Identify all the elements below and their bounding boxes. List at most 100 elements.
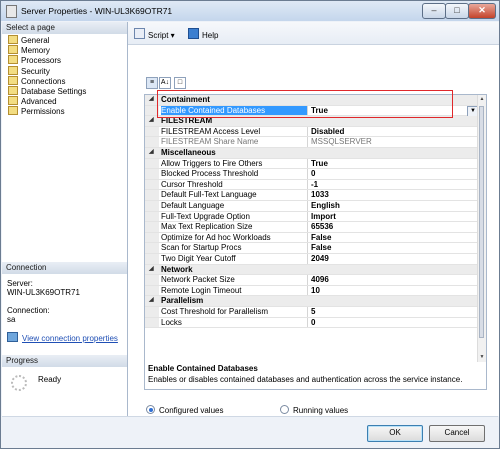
view-connection-properties-label[interactable]: View connection properties [22,334,118,343]
progress-status: Ready [38,375,62,384]
collapse-triangle-icon[interactable]: ◢ [149,296,154,306]
property-row[interactable]: Scan for Startup Procs False [145,243,478,254]
running-values-option[interactable]: Running values [280,405,348,415]
help-label: Help [202,31,219,40]
category-name: Containment [161,95,210,104]
property-row[interactable]: Two Digit Year Cutoff 2049 [145,254,478,265]
property-value[interactable]: 1033 [311,190,329,200]
property-row[interactable]: Enable Contained Databases True ▼ [145,105,479,117]
help-button[interactable]: Help [188,28,218,40]
properties-pane: Script ▾ Help ≡ A↓ □ ◢ Containment Enable … [128,22,499,416]
property-row[interactable]: Max Text Replication Size 65536 [145,222,478,233]
property-row[interactable]: Remote Login Timeout 10 [145,285,478,297]
property-row[interactable]: FILESTREAM Share Name MSSQLSERVER [145,137,478,148]
property-value[interactable]: -1 [311,180,318,190]
column-divider [307,222,308,232]
category-network[interactable]: ◢ Network [145,264,478,276]
collapse-triangle-icon[interactable]: ◢ [149,95,154,105]
property-name: Remote Login Timeout [161,285,242,295]
property-row[interactable]: Allow Triggers to Fire Others True [145,158,478,170]
configured-values-label: Configured values [159,406,224,415]
row-gutter [145,317,159,328]
property-row[interactable]: FILESTREAM Access Level Disabled [145,126,478,138]
categorized-view-icon[interactable]: ≡ [146,77,158,89]
help-icon [188,28,199,39]
property-value[interactable]: 5 [311,307,315,317]
property-grid[interactable]: ◢ Containment Enable Contained Databases Tr… [144,94,487,363]
category-miscellaneous[interactable]: ◢ Miscellaneous [145,148,478,159]
column-divider [307,307,308,317]
category-filestream[interactable]: ◢ FILESTREAM [145,116,478,127]
property-value[interactable]: MSSQLSERVER [311,137,372,147]
row-gutter [145,201,159,211]
running-values-radio[interactable] [280,405,289,414]
view-connection-properties-link[interactable]: View connection properties [7,332,118,344]
property-row[interactable]: Default Full-Text Language 1033 [145,190,478,201]
property-row[interactable]: Optimize for Ad hoc Workloads False [145,232,478,244]
description-title: Enable Contained Databases [148,364,258,373]
column-divider [307,179,308,190]
property-value[interactable]: 0 [311,169,315,179]
property-name: Network Packet Size [161,275,235,285]
property-row[interactable]: Cursor Threshold -1 [145,179,478,191]
page-icon [8,55,18,65]
toolbar: Script ▾ Help [128,22,499,45]
minimize-button[interactable]: – [422,3,446,19]
property-value[interactable]: 0 [311,318,315,328]
cancel-button[interactable]: Cancel [429,425,485,442]
collapse-triangle-icon[interactable]: ◢ [149,148,154,158]
property-value[interactable]: 4096 [311,275,329,285]
property-value[interactable]: 10 [311,286,320,296]
property-name: Default Full-Text Language [161,190,257,200]
column-divider [307,317,308,328]
property-value[interactable]: True [311,159,328,169]
alphabetical-sort-icon[interactable]: A↓ [159,77,171,89]
collapse-triangle-icon[interactable]: ◢ [149,116,154,126]
page-item-label: Processors [21,56,62,66]
script-button[interactable]: Script ▾ [134,28,175,40]
property-row[interactable]: Full-Text Upgrade Option Import [145,211,478,223]
page-item-label: General [21,36,50,45]
category-name: FILESTREAM [161,116,213,126]
property-value[interactable]: 65536 [311,222,333,232]
property-value[interactable]: Import [311,212,336,222]
collapse-triangle-icon[interactable]: ◢ [149,265,154,275]
configured-values-option[interactable]: Configured values [146,405,223,415]
category-containment[interactable]: ◢ Containment [145,95,478,106]
row-gutter [145,232,159,243]
property-value[interactable]: False [311,233,331,243]
property-pages-icon[interactable]: □ [174,77,186,89]
page-item-permissions[interactable]: Permissions [8,106,65,117]
row-gutter [145,243,159,253]
scroll-up-icon[interactable]: ▲ [478,95,486,104]
column-divider [307,285,308,296]
page-item-label: Database Settings [21,87,87,96]
scroll-thumb[interactable] [479,106,484,338]
page-icon [8,86,18,95]
page-item-label: Permissions [21,107,65,117]
configured-values-radio[interactable] [146,405,155,414]
server-value: WIN-UL3K69OTR71 [7,288,80,297]
property-value[interactable]: English [311,201,340,211]
property-row[interactable]: Default Language English [145,201,478,212]
property-name: FILESTREAM Share Name [161,137,259,147]
close-button[interactable]: ✕ [468,3,496,19]
row-gutter [145,211,159,222]
property-value[interactable]: Disabled [311,127,344,137]
scroll-down-icon[interactable]: ▼ [478,353,486,362]
property-name: Scan for Startup Procs [161,243,242,253]
grid-scrollbar[interactable]: ▲ ▼ [477,95,486,362]
property-value[interactable]: True [311,106,328,116]
column-divider [307,232,308,243]
property-value[interactable]: 2049 [311,254,329,264]
category-parallelism[interactable]: ◢ Parallelism [145,296,478,307]
property-row[interactable]: Cost Threshold for Parallelism 5 [145,307,478,318]
column-divider [307,243,308,253]
property-row[interactable]: Network Packet Size 4096 [145,275,478,286]
property-value[interactable]: False [311,243,331,253]
property-row[interactable]: Locks 0 [145,317,478,329]
property-row[interactable]: Blocked Process Threshold 0 [145,169,478,180]
column-divider [307,169,308,179]
maximize-button[interactable]: □ [445,3,469,19]
ok-button[interactable]: OK [367,425,423,442]
